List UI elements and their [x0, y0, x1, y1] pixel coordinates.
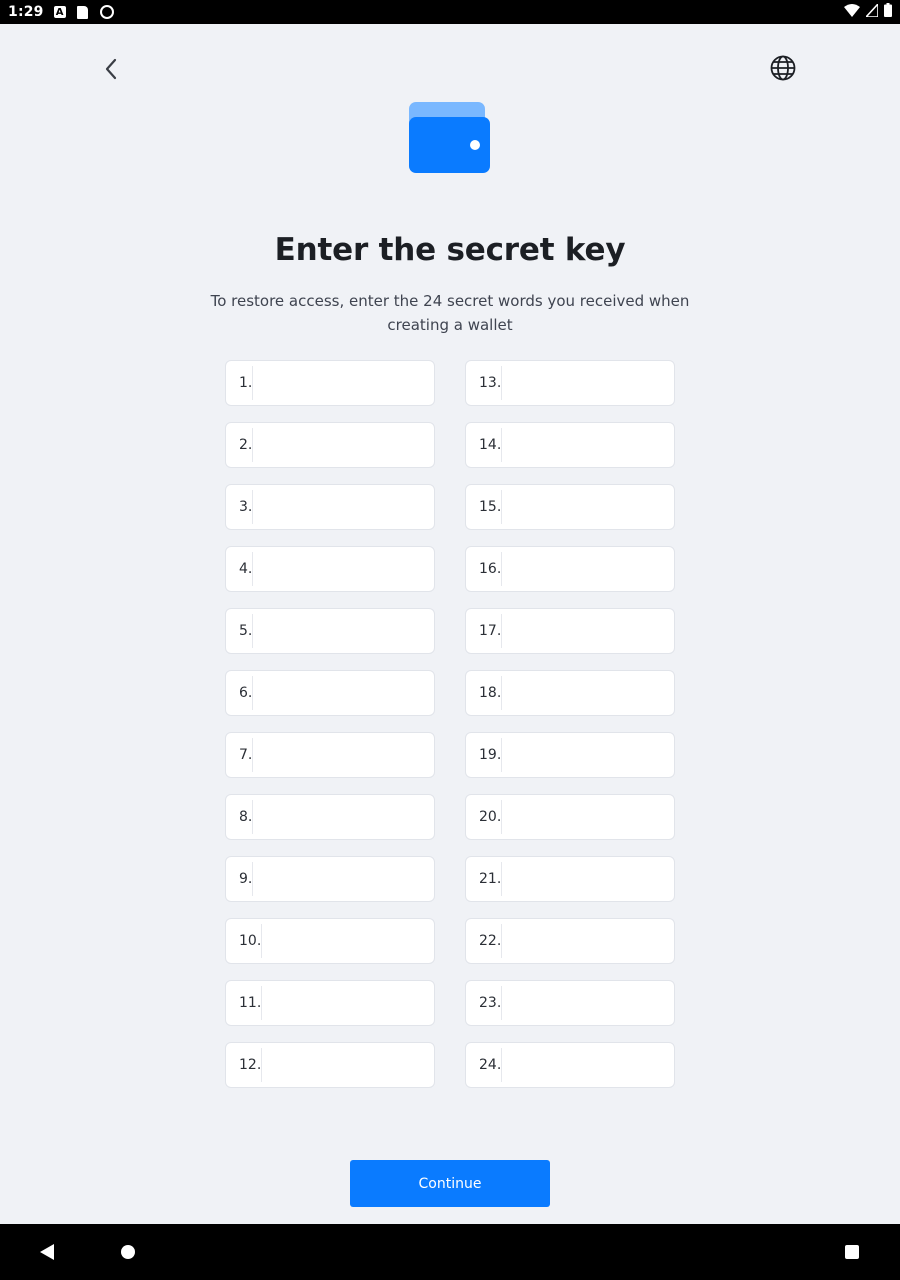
secret-word-input[interactable]	[262, 981, 457, 1025]
word-number-label: 7.	[226, 738, 254, 772]
secret-word-field[interactable]: 24.	[465, 1042, 697, 1088]
secret-word-field[interactable]: 2.	[225, 422, 448, 468]
secret-word-field[interactable]: 19.	[465, 732, 697, 778]
status-time: 1:29	[8, 4, 44, 20]
back-triangle-icon[interactable]	[40, 1244, 54, 1260]
secret-word-input[interactable]	[502, 981, 697, 1025]
secret-word-input[interactable]	[253, 547, 448, 591]
word-number-label: 17.	[466, 614, 503, 648]
word-number-label: 2.	[226, 428, 254, 462]
secret-word-input[interactable]	[502, 485, 697, 529]
secret-word-input[interactable]	[253, 795, 448, 839]
battery-icon	[884, 3, 892, 21]
secret-word-field[interactable]: 16.	[465, 546, 697, 592]
word-number-label: 4.	[226, 552, 254, 586]
secret-word-input[interactable]	[253, 857, 448, 901]
secret-word-field[interactable]: 13.	[465, 360, 697, 406]
continue-button[interactable]: Continue	[350, 1160, 550, 1207]
word-number-label: 9.	[226, 862, 254, 896]
secret-word-input[interactable]	[253, 485, 448, 529]
secret-word-input[interactable]	[253, 733, 448, 777]
page-title: Enter the secret key	[274, 232, 626, 268]
secret-word-input[interactable]	[502, 361, 697, 405]
word-number-label: 16.	[466, 552, 503, 586]
status-bar: 1:29 A	[0, 0, 900, 24]
subtitle: To restore access, enter the 24 secret w…	[210, 292, 690, 334]
secret-word-field[interactable]: 14.	[465, 422, 697, 468]
word-number-label: 6.	[226, 676, 254, 710]
word-number-label: 22.	[466, 924, 503, 958]
secret-word-field[interactable]: 17.	[465, 608, 697, 654]
word-number-label: 10.	[226, 924, 263, 958]
globe-icon	[770, 55, 796, 81]
secret-word-field[interactable]: 15.	[465, 484, 697, 530]
word-number-label: 24.	[466, 1048, 503, 1082]
secret-word-input[interactable]	[502, 547, 697, 591]
home-circle-icon[interactable]	[121, 1245, 135, 1259]
secret-word-field[interactable]: 11.	[225, 980, 457, 1026]
secret-word-field[interactable]: 20.	[465, 794, 697, 840]
secret-word-field[interactable]: 22.	[465, 918, 697, 964]
language-button[interactable]	[767, 52, 799, 84]
navigation-bar	[0, 1224, 900, 1280]
chevron-left-icon	[105, 58, 117, 80]
secret-word-field[interactable]: 8.	[225, 794, 448, 840]
secret-word-field[interactable]: 4.	[225, 546, 448, 592]
secret-word-input[interactable]	[253, 609, 448, 653]
secret-word-input[interactable]	[253, 361, 448, 405]
secret-word-field[interactable]: 18.	[465, 670, 697, 716]
secret-word-input[interactable]	[502, 609, 697, 653]
secret-word-input[interactable]	[253, 423, 448, 467]
secret-word-field[interactable]: 21.	[465, 856, 697, 902]
back-button[interactable]	[96, 54, 126, 84]
secret-word-input[interactable]	[502, 671, 697, 715]
signal-icon	[864, 1, 879, 21]
sync-circle-icon	[99, 5, 114, 19]
a-notification-icon: A	[53, 6, 66, 18]
word-number-label: 11.	[226, 986, 263, 1020]
word-number-label: 12.	[226, 1048, 263, 1082]
word-number-label: 13.	[466, 366, 503, 400]
word-number-label: 18.	[466, 676, 503, 710]
secret-word-field[interactable]: 9.	[225, 856, 448, 902]
word-number-label: 14.	[466, 428, 503, 462]
wifi-icon	[844, 3, 860, 21]
word-number-label: 8.	[226, 800, 254, 834]
secret-word-input[interactable]	[502, 423, 697, 467]
secret-word-field[interactable]: 6.	[225, 670, 448, 716]
secret-word-field[interactable]: 5.	[225, 608, 448, 654]
secret-word-input[interactable]	[502, 857, 697, 901]
sd-card-icon	[76, 5, 90, 19]
word-number-label: 19.	[466, 738, 503, 772]
word-number-label: 3.	[226, 490, 254, 524]
wallet-icon	[409, 102, 491, 174]
word-number-label: 5.	[226, 614, 254, 648]
secret-word-field[interactable]: 7.	[225, 732, 448, 778]
secret-word-input[interactable]	[262, 919, 457, 963]
secret-words-grid: 1. 2. 3. 4. 5. 6. 7. 8. 9. 10. 11. 12. 13. 14. 15. 16. 1…	[225, 360, 697, 1088]
secret-word-field[interactable]: 12.	[225, 1042, 457, 1088]
word-number-label: 1.	[226, 366, 254, 400]
word-number-label: 21.	[466, 862, 503, 896]
secret-word-field[interactable]: 23.	[465, 980, 697, 1026]
secret-word-input[interactable]	[262, 1043, 457, 1087]
secret-word-input[interactable]	[502, 795, 697, 839]
secret-word-field[interactable]: 1.	[225, 360, 448, 406]
secret-word-input[interactable]	[502, 733, 697, 777]
status-left: 1:29 A	[8, 4, 114, 20]
secret-word-field[interactable]: 3.	[225, 484, 448, 530]
recents-square-icon[interactable]	[845, 1245, 859, 1259]
word-number-label: 20.	[466, 800, 503, 834]
status-right	[844, 1, 892, 21]
secret-word-input[interactable]	[502, 919, 697, 963]
secret-word-field[interactable]: 10.	[225, 918, 457, 964]
secret-word-input[interactable]	[253, 671, 448, 715]
word-number-label: 23.	[466, 986, 503, 1020]
secret-word-input[interactable]	[502, 1043, 697, 1087]
word-number-label: 15.	[466, 490, 503, 524]
